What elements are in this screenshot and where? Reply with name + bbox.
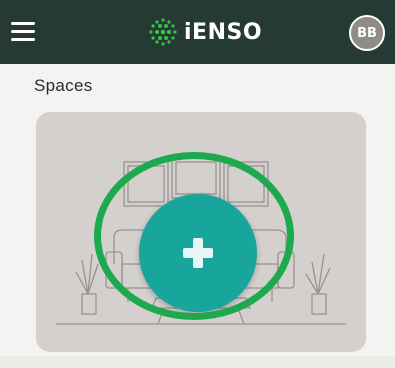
brand-logo: iENSO — [148, 16, 262, 48]
plus-icon — [183, 238, 213, 268]
hamburger-menu-icon[interactable] — [11, 20, 37, 42]
brand-name: iENSO — [184, 19, 263, 45]
page-title: Spaces — [34, 76, 93, 95]
app-screen: iENSO BB Spaces — [0, 0, 395, 368]
user-avatar[interactable]: BB — [349, 15, 385, 51]
add-space-button[interactable] — [139, 194, 257, 312]
next-card-edge — [0, 356, 395, 368]
dot-cluster-logo-icon — [149, 18, 177, 46]
top-app-bar: iENSO BB — [0, 0, 395, 64]
